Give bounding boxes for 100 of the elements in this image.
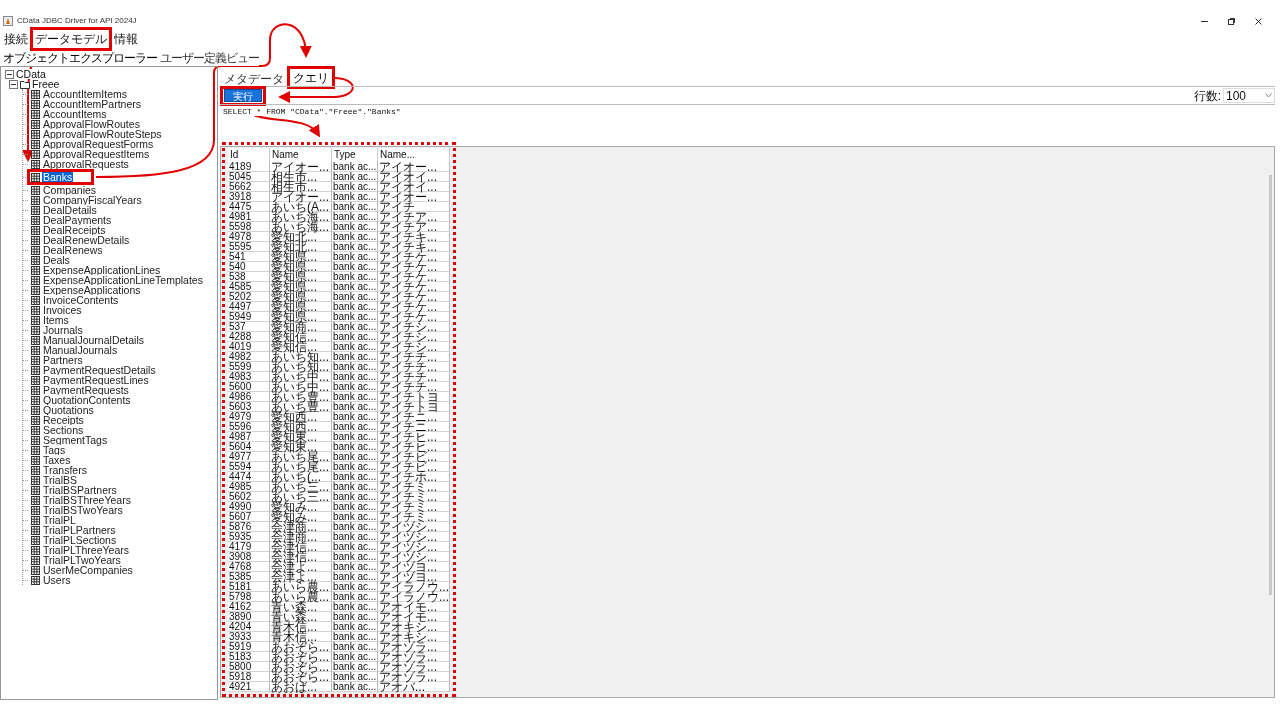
tab[interactable]: メタデータ — [223, 72, 285, 86]
tree-item[interactable]: DealRenews — [42, 245, 104, 255]
tree-item[interactable]: Quotations — [42, 405, 95, 415]
table-icon — [31, 159, 40, 169]
collapse-icon[interactable] — [5, 69, 14, 79]
tree-item[interactable]: PaymentRequestDetails — [42, 365, 157, 375]
table-icon — [31, 285, 40, 295]
menu-item[interactable]: 接続 — [4, 32, 28, 46]
tree-item[interactable]: ManualJournalDetails — [42, 335, 145, 345]
tree-item[interactable]: Journals — [42, 325, 84, 335]
app-icon — [3, 16, 13, 26]
tree-item[interactable]: Deals — [42, 255, 71, 265]
tree-item[interactable]: TrialPL — [42, 515, 77, 525]
tree-item[interactable]: DealPayments — [42, 215, 113, 225]
tree-item[interactable]: ApprovalFlowRouteSteps — [42, 129, 163, 139]
tree-item[interactable]: ExpenseApplicationLines — [42, 265, 162, 275]
table-icon — [31, 415, 40, 425]
table-icon — [31, 445, 40, 455]
tree-item[interactable]: Items — [42, 315, 70, 325]
tree-item[interactable]: TrialPLPartners — [42, 525, 117, 535]
tree-item[interactable]: InvoiceContents — [42, 295, 120, 305]
tree-item[interactable]: TrialBSThreeYears — [42, 495, 132, 505]
table-cell: アオバ... — [378, 682, 450, 692]
table-icon — [31, 265, 40, 275]
table-icon — [31, 99, 40, 109]
tree-item[interactable]: QuotationContents — [42, 395, 132, 405]
tab[interactable]: ユーザー定義ビュー — [160, 51, 259, 66]
table-icon — [31, 525, 40, 535]
table-icon — [31, 255, 40, 265]
tree-item[interactable]: TrialBSPartners — [42, 485, 118, 495]
table-icon — [31, 355, 40, 365]
tree-item[interactable]: TrialBSTwoYears — [42, 505, 124, 515]
tree-item[interactable]: Transfers — [42, 465, 88, 475]
tree-item[interactable]: ApprovalRequestForms — [42, 139, 155, 149]
table-icon — [31, 465, 40, 475]
table-icon — [31, 425, 40, 435]
table-icon — [31, 515, 40, 525]
tree-item[interactable]: ApprovalRequestItems — [42, 149, 151, 159]
tree-item[interactable]: Companies — [42, 185, 98, 195]
tree-item[interactable]: Partners — [42, 355, 84, 365]
run-button[interactable]: 実行 — [224, 89, 262, 102]
table-icon — [31, 485, 40, 495]
table-icon — [31, 149, 40, 159]
table-icon — [31, 295, 40, 305]
sql-text[interactable]: SELECT * FROM "CData"."Freee"."Banks" — [223, 107, 401, 116]
tree-item[interactable]: TrialPLSections — [42, 535, 118, 545]
table-icon — [31, 89, 40, 99]
table-icon — [31, 205, 40, 215]
table-icon — [31, 475, 40, 485]
tree-item[interactable]: ManualJournals — [42, 345, 119, 355]
table-cell: bank ac... — [332, 682, 378, 692]
table-icon — [31, 335, 40, 345]
table-icon — [31, 139, 40, 149]
row-limit-select[interactable]: 100 — [1223, 88, 1275, 103]
table-icon — [31, 129, 40, 139]
tree-item[interactable]: TrialPLThreeYears — [42, 545, 130, 555]
tree-item[interactable]: AccountItems — [42, 109, 108, 119]
tree-item[interactable]: ApprovalFlowRoutes — [42, 119, 141, 129]
table-icon — [31, 435, 40, 445]
tree-item[interactable]: DealReceipts — [42, 225, 107, 235]
table-icon — [31, 555, 40, 565]
tree-item[interactable]: ExpenseApplicationLineTemplates — [42, 275, 204, 285]
tree-item[interactable]: Sections — [42, 425, 85, 435]
menu-item[interactable]: データモデル — [35, 32, 107, 46]
tree-item[interactable]: DealRenewDetails — [42, 235, 131, 245]
tree-item[interactable]: ExpenseApplications — [42, 285, 142, 295]
restore-icon[interactable] — [1227, 16, 1236, 26]
menu-item[interactable]: 情報 — [114, 32, 138, 46]
table-icon — [31, 225, 40, 235]
table-icon — [31, 235, 40, 245]
tree-item[interactable]: CompanyFiscalYears — [42, 195, 143, 205]
table-icon — [31, 305, 40, 315]
table-icon — [31, 455, 40, 465]
tree-item[interactable]: Users — [42, 575, 72, 585]
close-icon[interactable] — [1254, 16, 1263, 26]
table-icon — [31, 365, 40, 375]
tree-item[interactable]: Banks — [42, 172, 74, 182]
tree-item[interactable]: Receipts — [42, 415, 85, 425]
tree-item[interactable]: Freee — [32, 79, 60, 89]
tree-item[interactable]: PaymentRequestLines — [42, 375, 150, 385]
tab[interactable]: オブジェクトエクスプローラー — [3, 51, 157, 66]
tree-item[interactable]: Invoices — [42, 305, 83, 315]
tree-item[interactable]: TrialPLTwoYears — [42, 555, 122, 565]
table-icon — [31, 245, 40, 255]
tree-item[interactable]: ApprovalRequests — [42, 159, 130, 169]
table-icon — [31, 119, 40, 129]
collapse-icon[interactable] — [9, 79, 18, 89]
table-icon — [31, 345, 40, 355]
table-icon — [31, 325, 40, 335]
tree-item[interactable]: AccountItemItems — [42, 89, 129, 99]
tree-item[interactable]: AccountItemPartners — [42, 99, 143, 109]
tree-item[interactable]: PaymentRequests — [42, 385, 130, 395]
table-icon — [31, 315, 40, 325]
table-icon — [31, 375, 40, 385]
tree-item[interactable]: Taxes — [42, 455, 72, 465]
tree-item[interactable]: DealDetails — [42, 205, 98, 215]
caret-icon — [1265, 93, 1272, 98]
tree-item[interactable]: TrialBS — [42, 475, 79, 485]
table-icon — [31, 215, 40, 225]
scrollbar[interactable] — [1269, 175, 1272, 595]
